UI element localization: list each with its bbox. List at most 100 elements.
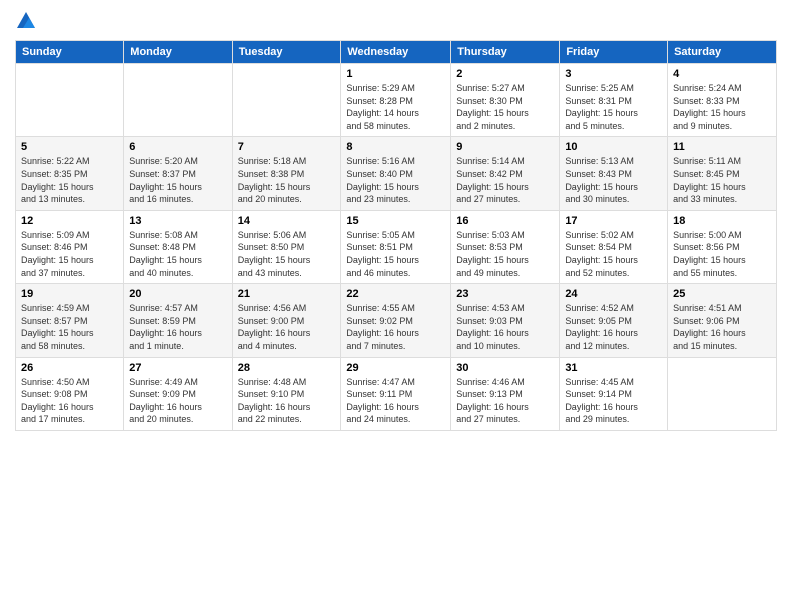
calendar-cell: 3 Sunrise: 5:25 AM Sunset: 8:31 PM Daylig…: [560, 64, 668, 137]
calendar-cell: 14 Sunrise: 5:06 AM Sunset: 8:50 PM Dayli…: [232, 210, 341, 283]
calendar-cell: 29Sunrise: 4:47 AM Sunset: 9:11 PM Dayli…: [341, 357, 451, 430]
day-number: 25: [673, 288, 771, 300]
header: [15, 10, 777, 32]
day-info: Sunrise: 5:29 AM Sunset: 8:28 PM Dayligh…: [346, 82, 445, 132]
calendar-cell: [124, 64, 232, 137]
col-header-monday: Monday: [124, 41, 232, 64]
calendar-cell: 23 Sunrise: 4:53 AM Sunset: 9:03 PM Dayli…: [451, 284, 560, 357]
calendar-week-1: 1 Sunrise: 5:29 AM Sunset: 8:28 PM Daylig…: [16, 64, 777, 137]
page: SundayMondayTuesdayWednesdayThursdayFrid…: [0, 0, 792, 612]
day-number: 2: [456, 68, 554, 80]
calendar-cell: 18 Sunrise: 5:00 AM Sunset: 8:56 PM Dayli…: [668, 210, 777, 283]
day-number: 31: [565, 362, 662, 374]
day-number: 14: [238, 215, 336, 227]
day-info: Sunrise: 5:05 AM Sunset: 8:51 PM Dayligh…: [346, 229, 445, 279]
day-info: Sunrise: 5:06 AM Sunset: 8:50 PM Dayligh…: [238, 229, 336, 279]
day-info: Sunrise: 5:27 AM Sunset: 8:30 PM Dayligh…: [456, 82, 554, 132]
day-info: Sunrise: 4:50 AM Sunset: 9:08 PM Dayligh…: [21, 376, 118, 426]
calendar-cell: 9Sunrise: 5:14 AM Sunset: 8:42 PM Daylig…: [451, 137, 560, 210]
day-number: 24: [565, 288, 662, 300]
calendar-cell: 24 Sunrise: 4:52 AM Sunset: 9:05 PM Dayli…: [560, 284, 668, 357]
day-number: 18: [673, 215, 771, 227]
day-number: 5: [21, 141, 118, 153]
calendar-header-row: SundayMondayTuesdayWednesdayThursdayFrid…: [16, 41, 777, 64]
day-info: Sunrise: 4:56 AM Sunset: 9:00 PM Dayligh…: [238, 302, 336, 352]
day-info: Sunrise: 5:18 AM Sunset: 8:38 PM Dayligh…: [238, 155, 336, 205]
calendar-week-3: 12 Sunrise: 5:09 AM Sunset: 8:46 PM Dayli…: [16, 210, 777, 283]
calendar-week-2: 5 Sunrise: 5:22 AM Sunset: 8:35 PM Daylig…: [16, 137, 777, 210]
calendar-cell: 6 Sunrise: 5:20 AM Sunset: 8:37 PM Daylig…: [124, 137, 232, 210]
calendar-cell: 12 Sunrise: 5:09 AM Sunset: 8:46 PM Dayli…: [16, 210, 124, 283]
calendar-cell: 22Sunrise: 4:55 AM Sunset: 9:02 PM Dayli…: [341, 284, 451, 357]
logo: [15, 10, 39, 32]
day-number: 1: [346, 68, 445, 80]
day-number: 26: [21, 362, 118, 374]
day-info: Sunrise: 5:13 AM Sunset: 8:43 PM Dayligh…: [565, 155, 662, 205]
day-info: Sunrise: 4:46 AM Sunset: 9:13 PM Dayligh…: [456, 376, 554, 426]
day-info: Sunrise: 4:51 AM Sunset: 9:06 PM Dayligh…: [673, 302, 771, 352]
day-info: Sunrise: 5:09 AM Sunset: 8:46 PM Dayligh…: [21, 229, 118, 279]
day-info: Sunrise: 5:03 AM Sunset: 8:53 PM Dayligh…: [456, 229, 554, 279]
calendar-cell: 4Sunrise: 5:24 AM Sunset: 8:33 PM Daylig…: [668, 64, 777, 137]
day-info: Sunrise: 4:49 AM Sunset: 9:09 PM Dayligh…: [129, 376, 226, 426]
calendar-cell: 10 Sunrise: 5:13 AM Sunset: 8:43 PM Dayli…: [560, 137, 668, 210]
day-number: 19: [21, 288, 118, 300]
calendar-cell: [16, 64, 124, 137]
col-header-saturday: Saturday: [668, 41, 777, 64]
day-number: 27: [129, 362, 226, 374]
day-number: 3: [565, 68, 662, 80]
col-header-sunday: Sunday: [16, 41, 124, 64]
day-info: Sunrise: 5:20 AM Sunset: 8:37 PM Dayligh…: [129, 155, 226, 205]
day-info: Sunrise: 5:22 AM Sunset: 8:35 PM Dayligh…: [21, 155, 118, 205]
day-number: 23: [456, 288, 554, 300]
calendar-cell: 25 Sunrise: 4:51 AM Sunset: 9:06 PM Dayli…: [668, 284, 777, 357]
day-info: Sunrise: 5:11 AM Sunset: 8:45 PM Dayligh…: [673, 155, 771, 205]
day-info: Sunrise: 4:53 AM Sunset: 9:03 PM Dayligh…: [456, 302, 554, 352]
calendar-cell: 5 Sunrise: 5:22 AM Sunset: 8:35 PM Daylig…: [16, 137, 124, 210]
calendar-cell: 15 Sunrise: 5:05 AM Sunset: 8:51 PM Dayli…: [341, 210, 451, 283]
col-header-thursday: Thursday: [451, 41, 560, 64]
calendar-cell: 26 Sunrise: 4:50 AM Sunset: 9:08 PM Dayli…: [16, 357, 124, 430]
calendar-cell: 2 Sunrise: 5:27 AM Sunset: 8:30 PM Daylig…: [451, 64, 560, 137]
calendar-cell: 16Sunrise: 5:03 AM Sunset: 8:53 PM Dayli…: [451, 210, 560, 283]
day-number: 30: [456, 362, 554, 374]
calendar-cell: [232, 64, 341, 137]
logo-icon: [15, 10, 37, 32]
day-info: Sunrise: 4:45 AM Sunset: 9:14 PM Dayligh…: [565, 376, 662, 426]
calendar-cell: 20 Sunrise: 4:57 AM Sunset: 8:59 PM Dayli…: [124, 284, 232, 357]
calendar-cell: 13 Sunrise: 5:08 AM Sunset: 8:48 PM Dayli…: [124, 210, 232, 283]
day-number: 15: [346, 215, 445, 227]
day-info: Sunrise: 5:08 AM Sunset: 8:48 PM Dayligh…: [129, 229, 226, 279]
day-number: 10: [565, 141, 662, 153]
calendar-cell: 30 Sunrise: 4:46 AM Sunset: 9:13 PM Dayli…: [451, 357, 560, 430]
day-info: Sunrise: 4:48 AM Sunset: 9:10 PM Dayligh…: [238, 376, 336, 426]
day-info: Sunrise: 5:16 AM Sunset: 8:40 PM Dayligh…: [346, 155, 445, 205]
day-info: Sunrise: 5:25 AM Sunset: 8:31 PM Dayligh…: [565, 82, 662, 132]
calendar-cell: 21Sunrise: 4:56 AM Sunset: 9:00 PM Dayli…: [232, 284, 341, 357]
day-number: 12: [21, 215, 118, 227]
day-info: Sunrise: 4:59 AM Sunset: 8:57 PM Dayligh…: [21, 302, 118, 352]
calendar-cell: [668, 357, 777, 430]
day-number: 6: [129, 141, 226, 153]
day-number: 9: [456, 141, 554, 153]
day-number: 22: [346, 288, 445, 300]
day-info: Sunrise: 5:02 AM Sunset: 8:54 PM Dayligh…: [565, 229, 662, 279]
day-info: Sunrise: 5:24 AM Sunset: 8:33 PM Dayligh…: [673, 82, 771, 132]
day-number: 29: [346, 362, 445, 374]
day-number: 8: [346, 141, 445, 153]
day-number: 7: [238, 141, 336, 153]
col-header-tuesday: Tuesday: [232, 41, 341, 64]
calendar-cell: 28 Sunrise: 4:48 AM Sunset: 9:10 PM Dayli…: [232, 357, 341, 430]
day-number: 17: [565, 215, 662, 227]
day-number: 28: [238, 362, 336, 374]
col-header-wednesday: Wednesday: [341, 41, 451, 64]
day-number: 13: [129, 215, 226, 227]
calendar-cell: 17 Sunrise: 5:02 AM Sunset: 8:54 PM Dayli…: [560, 210, 668, 283]
day-info: Sunrise: 4:52 AM Sunset: 9:05 PM Dayligh…: [565, 302, 662, 352]
calendar-cell: 1 Sunrise: 5:29 AM Sunset: 8:28 PM Daylig…: [341, 64, 451, 137]
calendar-cell: 19 Sunrise: 4:59 AM Sunset: 8:57 PM Dayli…: [16, 284, 124, 357]
day-info: Sunrise: 5:00 AM Sunset: 8:56 PM Dayligh…: [673, 229, 771, 279]
day-number: 20: [129, 288, 226, 300]
calendar-cell: 7 Sunrise: 5:18 AM Sunset: 8:38 PM Daylig…: [232, 137, 341, 210]
day-info: Sunrise: 4:57 AM Sunset: 8:59 PM Dayligh…: [129, 302, 226, 352]
